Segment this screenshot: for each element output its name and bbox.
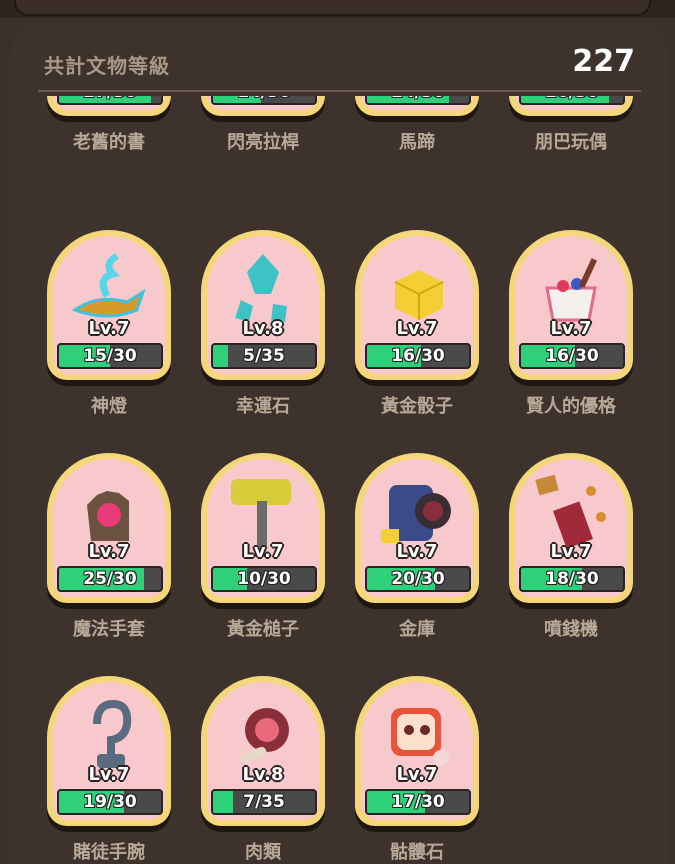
artifact-progress-bar: 14/30: [211, 96, 317, 105]
artifact-progress-text: 17/30: [391, 792, 445, 812]
artifact-progress-text: 27/30: [59, 96, 161, 102]
artifact-card[interactable]: Lv.7 18/30 噴錢機: [509, 453, 633, 643]
artifact-level: Lv.7: [550, 541, 592, 562]
artifact-level: Lv.7: [88, 764, 130, 785]
artifact-card[interactable]: Lv.714/30閃亮拉桿: [201, 96, 325, 156]
artifact-name: 賢人的優格: [526, 396, 616, 417]
artifact-progress-text: 16/30: [545, 346, 599, 366]
artifact-progress-text: 18/30: [545, 569, 599, 589]
artifact-progress-text: 7/35: [243, 792, 285, 812]
artifact-level: Lv.7: [88, 541, 130, 562]
artifact-card[interactable]: Lv.727/30老舊的書: [47, 96, 171, 156]
artifact-level: Lv.7: [550, 318, 592, 339]
artifact-progress-bar: 15/30: [57, 343, 163, 369]
artifact-level: Lv.7: [396, 764, 438, 785]
artifact-name: 幸運石: [236, 396, 290, 417]
artifact-card[interactable]: Lv.7 10/30 黃金槌子: [201, 453, 325, 643]
artifact-progress-bar: 26/30: [519, 96, 625, 105]
artifact-card[interactable]: Lv.7 25/30 魔法手套: [47, 453, 171, 643]
artifact-progress-bar: 20/30: [365, 566, 471, 592]
artifact-name: 金庫: [399, 619, 435, 640]
artifact-progress-bar: 18/30: [519, 566, 625, 592]
artifact-progress-text: 5/35: [243, 346, 285, 366]
artifact-progress-text: 14/30: [213, 96, 315, 102]
artifact-progress-text: 26/30: [521, 96, 623, 102]
artifact-progress-bar: 5/35: [211, 343, 317, 369]
artifact-progress-text: 10/30: [237, 569, 291, 589]
artifact-level: Lv.7: [396, 318, 438, 339]
artifact-progress-bar: 17/30: [365, 789, 471, 815]
artifact-card[interactable]: Lv.7 20/30 金庫: [355, 453, 479, 643]
artifact-progress-bar: 10/30: [211, 566, 317, 592]
artifact-progress-bar: 19/30: [57, 789, 163, 815]
artifact-name: 朋巴玩偶: [535, 132, 607, 153]
artifact-card[interactable]: Lv.7 16/30 黃金骰子: [355, 230, 479, 420]
artifact-progress-text: 16/30: [391, 346, 445, 366]
artifact-progress-bar: 16/30: [365, 343, 471, 369]
artifact-progress-bar: 16/30: [519, 343, 625, 369]
top-frame: [0, 0, 675, 18]
artifact-level: Lv.7: [396, 541, 438, 562]
total-artifact-level-value: 227: [572, 44, 635, 79]
artifact-level: Lv.8: [242, 764, 284, 785]
artifact-card[interactable]: Lv.724/30馬蹄: [355, 96, 479, 156]
artifact-level: Lv.7: [88, 318, 130, 339]
artifact-name: 黃金槌子: [227, 619, 299, 640]
artifact-card[interactable]: Lv.8 5/35 幸運石: [201, 230, 325, 420]
artifact-name: 閃亮拉桿: [227, 132, 299, 153]
artifact-progress-text: 19/30: [83, 792, 137, 812]
artifact-progress-bar: 27/30: [57, 96, 163, 105]
artifact-name: 黃金骰子: [381, 396, 453, 417]
artifact-card[interactable]: Lv.726/30朋巴玩偶: [509, 96, 633, 156]
artifact-name: 噴錢機: [544, 619, 598, 640]
artifact-name: 魔法手套: [73, 619, 145, 640]
artifact-progress-bar: 24/30: [365, 96, 471, 105]
artifact-name: 賭徒手腕: [73, 842, 145, 863]
artifact-card[interactable]: Lv.7 17/30 骷髏石: [355, 676, 479, 864]
artifact-progress-bar: 7/35: [211, 789, 317, 815]
artifact-name: 骷髏石: [390, 842, 444, 863]
artifact-progress-bar: 25/30: [57, 566, 163, 592]
artifact-card[interactable]: Lv.7 19/30 賭徒手腕: [47, 676, 171, 864]
artifact-progress-text: 15/30: [83, 346, 137, 366]
artifact-level: Lv.7: [242, 541, 284, 562]
divider: [38, 90, 641, 92]
artifact-progress-text: 25/30: [83, 569, 137, 589]
artifact-progress-text: 24/30: [367, 96, 469, 102]
artifact-name: 馬蹄: [399, 132, 435, 153]
artifact-card[interactable]: Lv.7 16/30 賢人的優格: [509, 230, 633, 420]
artifact-name: 肉類: [245, 842, 281, 863]
artifact-level: Lv.8: [242, 318, 284, 339]
artifact-card[interactable]: Lv.8 7/35 肉類: [201, 676, 325, 864]
artifact-progress-text: 20/30: [391, 569, 445, 589]
artifact-card[interactable]: Lv.7 15/30 神燈: [47, 230, 171, 420]
total-artifact-level-label: 共計文物等級: [44, 54, 170, 78]
artifact-grid[interactable]: Lv.7 27/30 老舊的書 Lv.7 14/30 閃亮拉桿 Lv.7 24/30 馬蹄 Lv.…: [0, 96, 675, 864]
artifact-name: 神燈: [91, 396, 127, 417]
artifact-name: 老舊的書: [73, 132, 145, 153]
